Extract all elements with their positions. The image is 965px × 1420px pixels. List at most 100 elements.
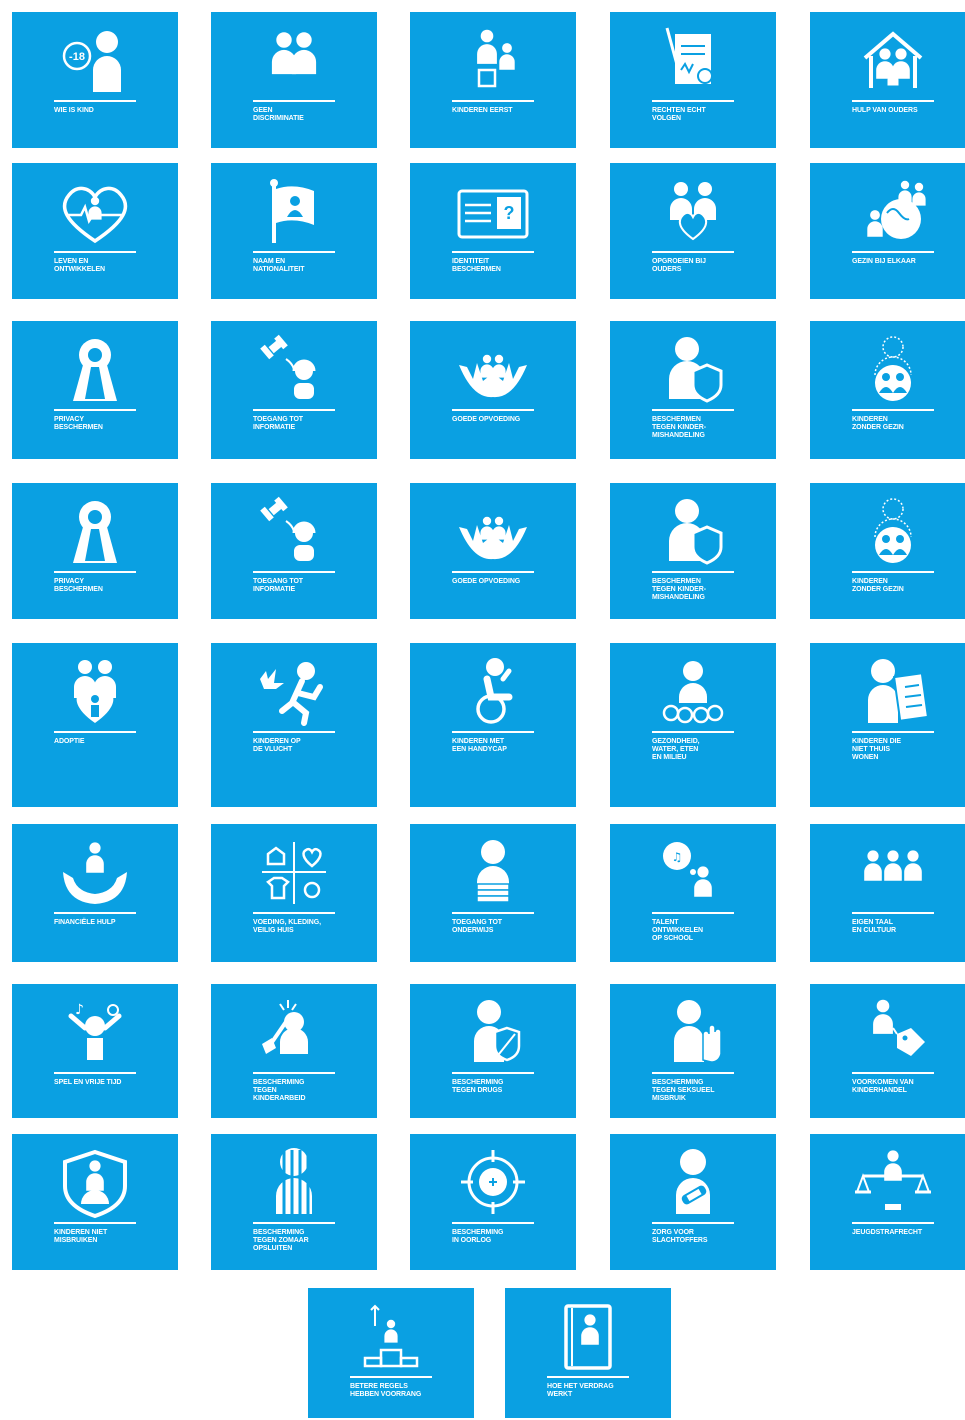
child-thought-bubble-icon: ♫ xyxy=(610,838,776,908)
tile-divider xyxy=(852,1072,934,1074)
adult-child-box-icon xyxy=(410,26,576,96)
rights-tile[interactable]: BETERE REGELS HEBBEN VOORRANG xyxy=(308,1288,474,1418)
tile-divider xyxy=(652,251,734,253)
tile-label: LEVEN EN ONTWIKKELEN xyxy=(54,258,106,273)
rights-tile[interactable]: KINDEREN MET EEN HANDYCAP xyxy=(410,643,576,807)
rights-tile[interactable]: TOEGANG TOT INFORMATIE xyxy=(211,321,377,459)
rights-tile[interactable]: RECHTEN ECHT VOLGEN xyxy=(610,12,776,148)
child-stop-hand-icon xyxy=(610,998,776,1068)
tile-divider xyxy=(54,409,136,411)
rights-tile[interactable]: JEUGDSTRAFRECHT xyxy=(810,1134,965,1270)
tile-label: IDENTITEIT BESCHERMEN xyxy=(452,258,501,273)
tile-divider xyxy=(452,251,534,253)
rights-tile[interactable]: BESCHERMING TEGEN DRUGS xyxy=(410,984,576,1118)
tile-label: KINDEREN NIET MISBRUIKEN xyxy=(54,1229,108,1244)
tile-label: GEZONDHEID, WATER, ETEN EN MILIEU xyxy=(652,738,700,761)
rights-tile[interactable]: PRIVACY BESCHERMEN xyxy=(12,483,178,619)
rights-tile[interactable]: KINDEREN NIET MISBRUIKEN xyxy=(12,1134,178,1270)
rights-tile[interactable]: KINDEREN DIE NIET THUIS WONEN xyxy=(810,643,965,807)
tile-divider xyxy=(253,409,335,411)
svg-text:?: ? xyxy=(504,203,515,223)
tile-divider xyxy=(452,409,534,411)
hands-family-icon xyxy=(410,335,576,405)
rights-tile[interactable]: NAAM EN NATIONALITEIT xyxy=(211,163,377,299)
tile-label: BESCHERMING TEGEN ZOMAAR OPSLUITEN xyxy=(253,1229,309,1252)
child-books-icon xyxy=(410,838,576,908)
rights-tile[interactable]: EIGEN TAAL EN CULTUUR xyxy=(810,824,965,962)
tile-divider xyxy=(652,912,734,914)
child-scales-icon xyxy=(810,1148,965,1218)
tile-divider xyxy=(54,1072,136,1074)
svg-text:-18: -18 xyxy=(69,51,85,63)
child-shield-icon xyxy=(610,335,776,405)
rights-tile[interactable]: ? IDENTITEIT BESCHERMEN xyxy=(410,163,576,299)
rights-tile[interactable]: GEEN DISCRIMINATIE xyxy=(211,12,377,148)
tile-divider xyxy=(852,251,934,253)
tile-label: GEZIN BIJ ELKAAR xyxy=(852,258,916,265)
tile-divider xyxy=(253,571,335,573)
tile-label: WIE IS KIND xyxy=(54,107,94,114)
tile-divider xyxy=(54,571,136,573)
tile-divider xyxy=(852,100,934,102)
tile-divider xyxy=(253,100,335,102)
rights-tile[interactable]: -18 WIE IS KIND xyxy=(12,12,178,148)
rights-tile[interactable]: LEVEN EN ONTWIKKELEN xyxy=(12,163,178,299)
child-price-tag-icon xyxy=(810,998,965,1068)
family-house-icon xyxy=(810,26,965,96)
hands-family-icon xyxy=(410,497,576,567)
keyhole-icon xyxy=(12,335,178,405)
rights-tile[interactable]: OPGROEIEN BIJ OUDERS xyxy=(610,163,776,299)
rights-tile[interactable]: HULP VAN OUDERS xyxy=(810,12,965,148)
child-podium-icon xyxy=(308,1302,474,1372)
tile-divider xyxy=(452,912,534,914)
rights-tile[interactable]: KINDEREN ZONDER GEZIN xyxy=(810,321,965,459)
rights-tile[interactable]: TOEGANG TOT ONDERWIJS xyxy=(410,824,576,962)
rights-tile[interactable]: ZORG VOOR SLACHTOFFERS xyxy=(610,1134,776,1270)
rights-tile[interactable]: BESCHERMING TEGEN KINDERARBEID xyxy=(211,984,377,1118)
tile-divider xyxy=(652,571,734,573)
signed-document-icon xyxy=(610,26,776,96)
tile-label: OPGROEIEN BIJ OUDERS xyxy=(652,258,706,273)
tile-label: FINANCIËLE HULP xyxy=(54,919,116,926)
rights-tile[interactable]: KINDEREN ZONDER GEZIN xyxy=(810,483,965,619)
rights-tile[interactable]: GEZONDHEID, WATER, ETEN EN MILIEU xyxy=(610,643,776,807)
tile-divider xyxy=(54,251,136,253)
rights-tile[interactable]: BESCHERMING TEGEN ZOMAAR OPSLUITEN xyxy=(211,1134,377,1270)
tile-label: VOORKOMEN VAN KINDERHANDEL xyxy=(852,1079,914,1094)
tile-label: KINDEREN DIE NIET THUIS WONEN xyxy=(852,738,901,761)
rights-tile[interactable]: VOEDING, KLEDING, VEILIG HUIS xyxy=(211,824,377,962)
tile-label: BESCHERMING TEGEN SEKSUEEL MISBRUIK xyxy=(652,1079,715,1102)
flag-person-icon xyxy=(211,177,377,247)
tile-label: HULP VAN OUDERS xyxy=(852,107,918,114)
rights-tile[interactable]: GOEDE OPVOEDING xyxy=(410,483,576,619)
tile-label: HOE HET VERDRAG WERKT xyxy=(547,1383,614,1398)
three-people-icon xyxy=(810,838,965,908)
tile-divider xyxy=(452,1072,534,1074)
rights-tile[interactable]: GOEDE OPVOEDING xyxy=(410,321,576,459)
rights-tile[interactable]: VOORKOMEN VAN KINDERHANDEL xyxy=(810,984,965,1118)
rights-tile[interactable]: BESCHERMEN TEGEN KINDER- MISHANDELING xyxy=(610,321,776,459)
rights-tile[interactable]: BESCHERMING IN OORLOG xyxy=(410,1134,576,1270)
rights-tile[interactable]: ♫ TALENT ONTWIKKELEN OP SCHOOL xyxy=(610,824,776,962)
child-minus-18-icon: -18 xyxy=(12,26,178,96)
tile-divider xyxy=(852,409,934,411)
family-globe-icon xyxy=(810,177,965,247)
rights-tile[interactable]: HOE HET VERDRAG WERKT xyxy=(505,1288,671,1418)
tile-divider xyxy=(253,1222,335,1224)
tile-divider xyxy=(652,1072,734,1074)
rights-tile[interactable]: ♪ SPEL EN VRIJE TIJD xyxy=(12,984,178,1118)
tile-divider xyxy=(253,912,335,914)
tile-label: ADOPTIE xyxy=(54,738,85,745)
rights-tile[interactable]: KINDEREN OP DE VLUCHT xyxy=(211,643,377,807)
rights-tile[interactable]: ADOPTIE xyxy=(12,643,178,807)
tile-label: BETERE REGELS HEBBEN VOORRANG xyxy=(350,1383,422,1398)
rights-tile[interactable]: GEZIN BIJ ELKAAR xyxy=(810,163,965,299)
svg-text:♫: ♫ xyxy=(672,850,683,864)
rights-tile[interactable]: KINDEREN EERST xyxy=(410,12,576,148)
rights-tile[interactable]: FINANCIËLE HULP xyxy=(12,824,178,962)
tile-divider xyxy=(253,731,335,733)
rights-tile[interactable]: TOEGANG TOT INFORMATIE xyxy=(211,483,377,619)
rights-tile[interactable]: BESCHERMING TEGEN SEKSUEEL MISBRUIK xyxy=(610,984,776,1118)
rights-tile[interactable]: PRIVACY BESCHERMEN xyxy=(12,321,178,459)
rights-tile[interactable]: BESCHERMEN TEGEN KINDER- MISHANDELING xyxy=(610,483,776,619)
